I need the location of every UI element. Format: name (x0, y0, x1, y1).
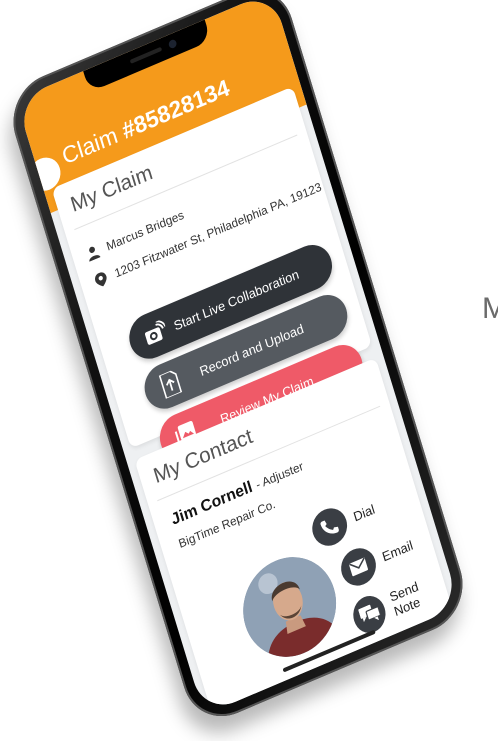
contact-role: - Adjuster (254, 458, 305, 493)
background-heading-fragment: M (482, 292, 498, 325)
phone-device: Claim #85828134 My Claim Marcus Bridges (2, 0, 474, 730)
send-note-label: Send Note (387, 578, 422, 620)
mail-icon[interactable] (336, 542, 381, 592)
dial-label: Dial (351, 500, 377, 525)
speaker-grille (129, 46, 163, 64)
email-label: Email (380, 536, 415, 564)
location-pin-icon (95, 272, 107, 287)
phone-icon[interactable] (307, 502, 352, 552)
front-camera-icon (167, 38, 178, 50)
person-icon (89, 246, 101, 262)
